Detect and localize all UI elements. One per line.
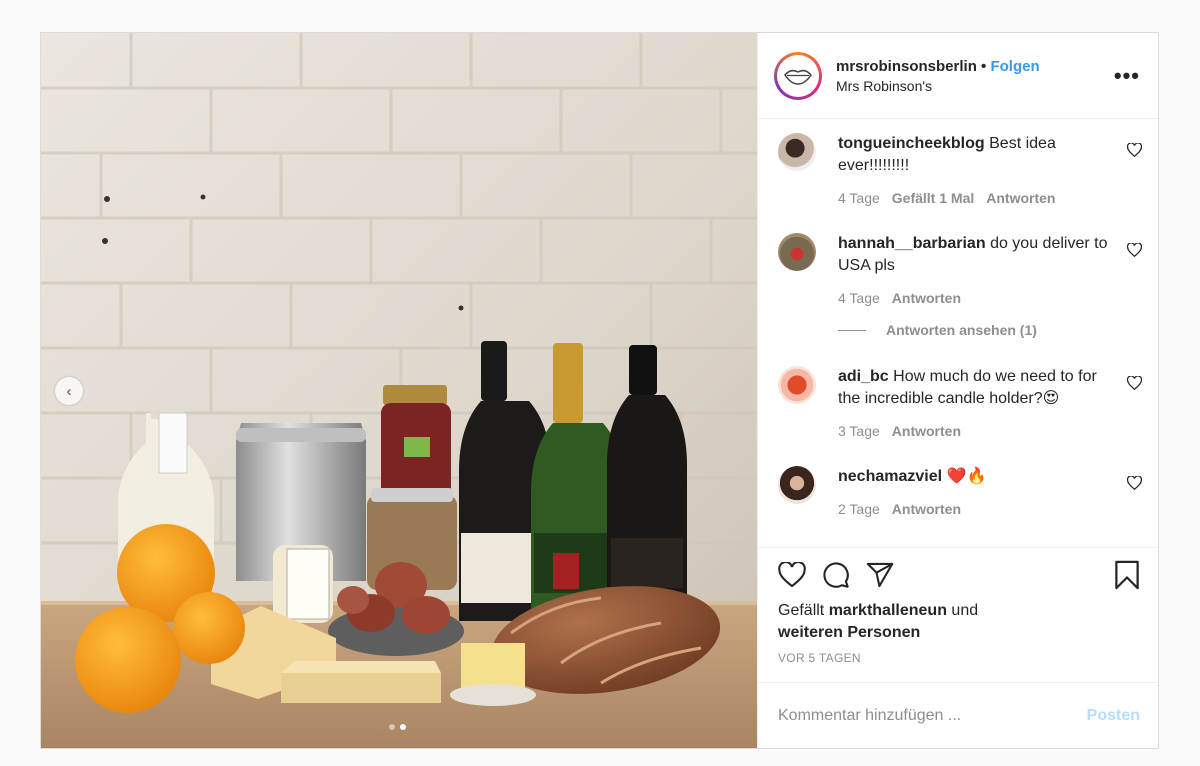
separator-dot: • — [981, 57, 987, 75]
lips-logo-icon — [784, 69, 812, 85]
photo-image — [41, 33, 757, 748]
comment-username[interactable]: nechamazviel — [838, 468, 942, 485]
post-sidebar: mrsrobinsonsberlin • Folgen Mrs Robinson… — [757, 33, 1158, 748]
account-username[interactable]: mrsrobinsonsberlin — [836, 58, 977, 75]
comment-input[interactable] — [778, 706, 1087, 725]
view-replies-label: Antworten ansehen (1) — [886, 322, 1037, 338]
pagination-dot[interactable] — [389, 724, 395, 730]
likes-username[interactable]: markthalleneun — [829, 602, 947, 619]
comment-username[interactable]: adi_bc — [838, 368, 889, 385]
follow-button[interactable]: Folgen — [990, 58, 1039, 75]
likes-others-link[interactable]: weiteren Personen — [778, 624, 920, 641]
like-comment-heart-icon[interactable] — [1127, 476, 1142, 490]
likes-prefix: Gefällt — [778, 602, 825, 619]
post-dialog: ‹ mrsrobinsonsberlin • Folgen Mrs Robins… — [40, 32, 1159, 749]
post-date[interactable]: VOR 5 TAGEN — [778, 651, 1140, 665]
pagination-dot-active[interactable] — [400, 724, 406, 730]
comment-avatar[interactable] — [778, 133, 816, 171]
like-comment-heart-icon[interactable] — [1127, 243, 1142, 257]
reply-button[interactable]: Antworten — [892, 290, 961, 306]
post-photo[interactable]: ‹ — [41, 33, 757, 748]
comment-likes[interactable]: Gefällt 1 Mal — [892, 190, 974, 206]
view-replies-button[interactable]: Antworten ansehen (1) — [838, 322, 1142, 338]
comment-username[interactable]: tongueincheekblog — [838, 135, 985, 152]
comment-text: ❤️🔥 — [946, 468, 987, 485]
comment-avatar[interactable] — [778, 233, 816, 271]
comment-list[interactable]: tongueincheekblog Best idea ever!!!!!!!!… — [758, 119, 1158, 547]
add-comment-bar: Posten — [758, 682, 1158, 748]
comment-time[interactable]: 4 Tage — [838, 190, 880, 206]
photo-pagination — [389, 724, 406, 730]
comment-item: tongueincheekblog Best idea ever!!!!!!!!… — [778, 133, 1142, 206]
chevron-left-icon: ‹ — [66, 382, 72, 400]
heart-icon[interactable] — [778, 562, 806, 588]
previous-photo-button[interactable]: ‹ — [55, 377, 83, 405]
comment-time[interactable]: 2 Tage — [838, 501, 880, 517]
comment-item: nechamazviel ❤️🔥 2 Tage Antworten — [778, 466, 1142, 517]
comment-avatar[interactable] — [778, 366, 816, 404]
bookmark-icon[interactable] — [1114, 560, 1140, 590]
comment-item: hannah__barbarian do you deliver to USA … — [778, 233, 1142, 306]
reply-button[interactable]: Antworten — [986, 190, 1055, 206]
post-actions: Gefällt markthalleneun und weiteren Pers… — [758, 547, 1158, 682]
like-comment-heart-icon[interactable] — [1127, 376, 1142, 390]
post-comment-button[interactable]: Posten — [1087, 707, 1140, 725]
more-options-icon[interactable]: ••• — [1114, 63, 1140, 89]
comment-item: adi_bc How much do we need to for the in… — [778, 366, 1142, 439]
location-link[interactable]: Mrs Robinson's — [836, 78, 1114, 94]
share-icon[interactable] — [866, 562, 894, 588]
reply-button[interactable]: Antworten — [892, 423, 961, 439]
like-comment-heart-icon[interactable] — [1127, 143, 1142, 157]
comment-time[interactable]: 4 Tage — [838, 290, 880, 306]
post-header: mrsrobinsonsberlin • Folgen Mrs Robinson… — [758, 33, 1158, 119]
comment-username[interactable]: hannah__barbarian — [838, 235, 986, 252]
comment-avatar[interactable] — [778, 466, 816, 504]
replies-divider — [838, 329, 866, 331]
comment-icon[interactable] — [822, 561, 850, 589]
comment-time[interactable]: 3 Tage — [838, 423, 880, 439]
likes-connector: und — [951, 602, 979, 619]
likes-summary: Gefällt markthalleneun und weiteren Pers… — [778, 600, 1140, 644]
account-avatar[interactable] — [774, 51, 822, 100]
reply-button[interactable]: Antworten — [892, 501, 961, 517]
